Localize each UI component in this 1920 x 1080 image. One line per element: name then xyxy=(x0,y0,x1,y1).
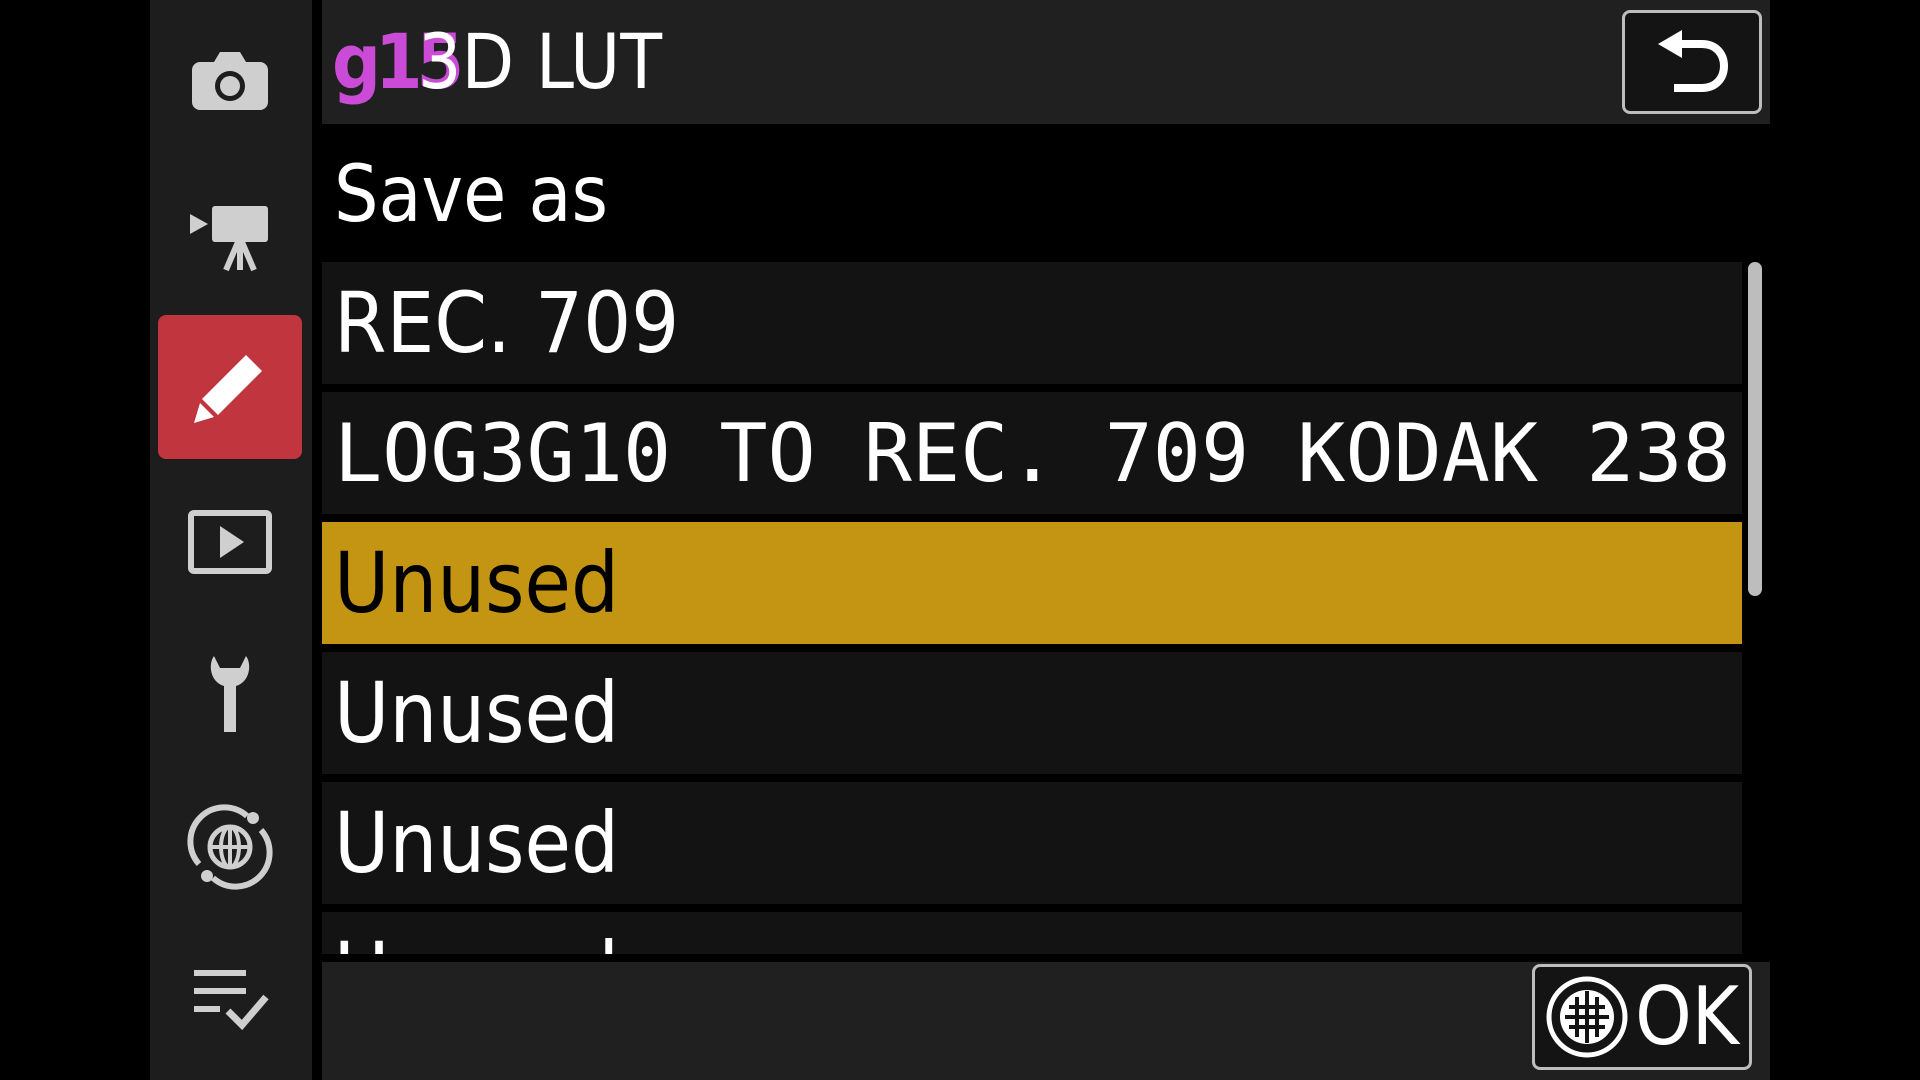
menu-sidebar xyxy=(150,0,312,1080)
list-item[interactable]: REC. 709 xyxy=(322,262,1742,384)
back-button[interactable] xyxy=(1622,10,1762,114)
globe-icon xyxy=(187,804,273,890)
list-item[interactable]: LOG3G10 TO REC. 709 KODAK 238··· xyxy=(322,392,1742,514)
custom-settings-menu-tab[interactable] xyxy=(158,315,302,459)
section-subtitle: Save as xyxy=(334,150,609,240)
menu-header: g15 3D LUT xyxy=(322,0,1770,124)
video-recording-menu-tab[interactable] xyxy=(158,164,302,308)
pencil-icon xyxy=(194,355,262,423)
ok-label: OK xyxy=(1635,970,1739,1063)
list-item[interactable]: Unused xyxy=(322,912,1742,954)
playback-menu-tab[interactable] xyxy=(158,470,302,614)
list-item-selected[interactable]: Unused xyxy=(322,522,1742,644)
menu-footer: OK xyxy=(322,962,1770,1080)
camera-icon xyxy=(192,52,268,110)
movie-camera-icon xyxy=(190,206,268,272)
setup-menu-tab[interactable] xyxy=(158,622,302,766)
playback-icon xyxy=(188,510,272,574)
ok-button[interactable]: OK xyxy=(1532,964,1752,1070)
page-title: 3D LUT xyxy=(418,17,662,106)
checklist-icon xyxy=(194,970,269,1031)
photo-shooting-menu-tab[interactable] xyxy=(158,8,302,152)
network-menu-tab[interactable] xyxy=(158,775,302,919)
lut-slot-list: REC. 709 LOG3G10 TO REC. 709 KODAK 238··… xyxy=(322,262,1742,954)
list-item[interactable]: Unused xyxy=(322,652,1742,774)
my-menu-tab[interactable] xyxy=(158,926,302,1070)
return-arrow-icon xyxy=(1658,30,1729,92)
multi-selector-center-icon xyxy=(1546,976,1628,1058)
list-item[interactable]: Unused xyxy=(322,782,1742,904)
wrench-icon xyxy=(210,656,250,732)
scrollbar-thumb[interactable] xyxy=(1748,262,1762,596)
